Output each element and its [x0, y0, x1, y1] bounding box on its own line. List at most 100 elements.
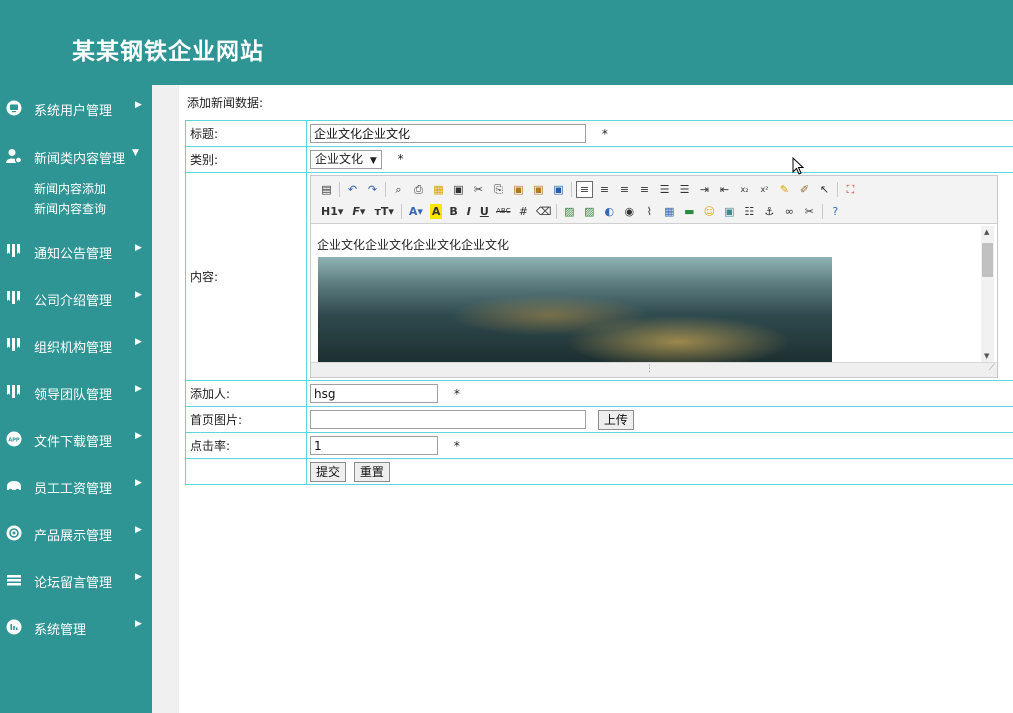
fullscreen-icon[interactable]: ⛶: [843, 182, 858, 197]
corner-resize-icon[interactable]: ⟋: [989, 363, 995, 373]
reset-button[interactable]: 重置: [353, 461, 390, 482]
sidebar-subitem-news-query[interactable]: 新闻内容查询: [34, 200, 106, 217]
unordered-list-icon[interactable]: ☰: [677, 182, 692, 197]
title-input[interactable]: [310, 124, 586, 143]
unlink-icon[interactable]: ✂: [802, 204, 817, 219]
sidebar-item-label: 公司介绍管理: [34, 294, 113, 309]
indent-icon[interactable]: ⇥: [697, 182, 712, 197]
bookmark-icon: [7, 291, 20, 304]
select-all-icon[interactable]: ↖: [817, 182, 832, 197]
sidebar-item-label: 新闻类内容管理: [34, 152, 126, 167]
sidebar-item-company-intro[interactable]: 公司介绍管理 ▶: [0, 285, 152, 311]
chevron-down-icon: ▼: [132, 148, 139, 158]
media-icon[interactable]: ◉: [622, 204, 637, 219]
editor-resize-bar[interactable]: ⋮ ⟋: [311, 362, 997, 377]
bookmark-icon: [7, 244, 20, 257]
sidebar-subitem-news-add[interactable]: 新闻内容添加: [34, 180, 106, 197]
code-icon[interactable]: ▣: [451, 182, 466, 197]
cut-icon[interactable]: ✂: [471, 182, 486, 197]
attachment-icon[interactable]: ⌇: [642, 204, 657, 219]
scroll-up-icon[interactable]: ▲: [984, 228, 989, 236]
settings-icon: [6, 525, 22, 541]
required-mark: *: [453, 438, 460, 453]
bold-icon[interactable]: B: [447, 204, 459, 219]
chevron-right-icon: ▶: [135, 619, 142, 629]
monitor-icon: [6, 100, 22, 116]
sidebar-item-news-content[interactable]: 新闻类内容管理 ▼: [0, 143, 152, 169]
copy-icon[interactable]: ⎘: [491, 182, 506, 197]
homepage-image-input[interactable]: [310, 410, 586, 429]
category-select[interactable]: 企业文化 ▼: [310, 150, 382, 169]
line-height-icon[interactable]: #: [516, 204, 531, 219]
italic-icon[interactable]: I: [465, 204, 473, 219]
align-justify-icon[interactable]: ≡: [637, 182, 652, 197]
title-label: 标题:: [185, 120, 307, 147]
sidebar-item-products[interactable]: 产品展示管理 ▶: [0, 520, 152, 546]
undo-icon[interactable]: ↶: [345, 182, 360, 197]
resize-grip-icon[interactable]: ⋮: [645, 364, 654, 374]
align-center-icon[interactable]: ≡: [597, 182, 612, 197]
multi-image-icon[interactable]: ▨: [582, 204, 597, 219]
paste-text-icon[interactable]: ▣: [531, 182, 546, 197]
ordered-list-icon[interactable]: ☰: [657, 182, 672, 197]
click-rate-input[interactable]: [310, 436, 438, 455]
underline-icon[interactable]: U: [478, 204, 491, 219]
font-family-icon[interactable]: F▾: [350, 204, 367, 219]
quick-format-icon[interactable]: ✐: [797, 182, 812, 197]
source-icon[interactable]: ▤: [319, 182, 334, 197]
layers-icon: [7, 575, 21, 586]
print-icon[interactable]: ⎙: [411, 182, 426, 197]
outdent-icon[interactable]: ⇤: [717, 182, 732, 197]
scroll-down-icon[interactable]: ▼: [984, 352, 989, 360]
superscript-icon[interactable]: x²: [757, 182, 772, 197]
redo-icon[interactable]: ↷: [365, 182, 380, 197]
template-icon[interactable]: ▦: [431, 182, 446, 197]
flash-icon[interactable]: ◐: [602, 204, 617, 219]
chevron-right-icon: ▶: [135, 572, 142, 582]
link-icon[interactable]: ∞: [782, 204, 797, 219]
sidebar-item-forum[interactable]: 论坛留言管理 ▶: [0, 567, 152, 593]
highlight-color-icon[interactable]: A: [429, 203, 443, 219]
table-icon[interactable]: ▦: [662, 204, 677, 219]
page-break-icon[interactable]: ☷: [742, 204, 757, 219]
chevron-right-icon: ▶: [135, 290, 142, 300]
sidebar-item-organization[interactable]: 组织机构管理 ▶: [0, 332, 152, 358]
emoticon-icon[interactable]: ☺: [702, 204, 717, 219]
font-color-icon[interactable]: A▾: [407, 204, 425, 219]
submit-button[interactable]: 提交: [310, 461, 347, 482]
align-right-icon[interactable]: ≡: [617, 182, 632, 197]
toolbar-separator: [571, 181, 572, 197]
sidebar-item-salaries[interactable]: 员工工资管理 ▶: [0, 473, 152, 499]
align-left-icon[interactable]: ≡: [576, 180, 593, 198]
toolbar-separator: [400, 203, 402, 219]
toolbar-separator: [821, 203, 823, 219]
strikethrough-icon[interactable]: ABC: [496, 204, 511, 219]
upload-button[interactable]: 上传: [597, 409, 634, 430]
editor-scrollbar[interactable]: ▲ ▼: [981, 226, 994, 362]
sidebar-item-system-users[interactable]: 系统用户管理 ▶: [0, 95, 152, 121]
help-icon[interactable]: ?: [828, 204, 843, 219]
map-icon[interactable]: ▣: [722, 204, 737, 219]
hr-icon[interactable]: ▬: [682, 204, 697, 219]
toolbar-separator: [837, 181, 838, 197]
paste-icon[interactable]: ▣: [511, 182, 526, 197]
clear-format-icon[interactable]: ✎: [777, 182, 792, 197]
sidebar-item-system[interactable]: 系统管理 ▶: [0, 614, 152, 640]
preview-icon[interactable]: ⌕: [391, 182, 406, 197]
category-label: 类别:: [185, 146, 307, 173]
anchor-icon[interactable]: ⚓: [762, 204, 777, 219]
subscript-icon[interactable]: x₂: [737, 182, 752, 197]
author-input[interactable]: [310, 384, 438, 403]
sidebar-item-file-downloads[interactable]: APP 文件下载管理 ▶: [0, 426, 152, 452]
scroll-thumb[interactable]: [982, 243, 993, 277]
font-size-icon[interactable]: ᴛT▾: [372, 204, 395, 219]
heading-icon[interactable]: H1▾: [319, 204, 345, 219]
image-icon[interactable]: ▨: [562, 204, 577, 219]
sidebar-item-leadership[interactable]: 领导团队管理 ▶: [0, 379, 152, 405]
site-title: 某某钢铁企业网站: [72, 38, 264, 65]
editor-content-area[interactable]: 企业文化企业文化企业文化企业文化: [311, 224, 983, 363]
eraser-icon[interactable]: ⌫: [536, 204, 552, 219]
paste-word-icon[interactable]: ▣: [551, 182, 566, 197]
sidebar-item-notices[interactable]: 通知公告管理 ▶: [0, 238, 152, 264]
rich-text-editor[interactable]: ▤ ↶ ↷ ⌕ ⎙ ▦ ▣ ✂ ⎘ ▣ ▣ ▣ ≡ ≡ ≡ ≡ ☰ ☰ ⇥ ⇤ …: [310, 175, 998, 378]
